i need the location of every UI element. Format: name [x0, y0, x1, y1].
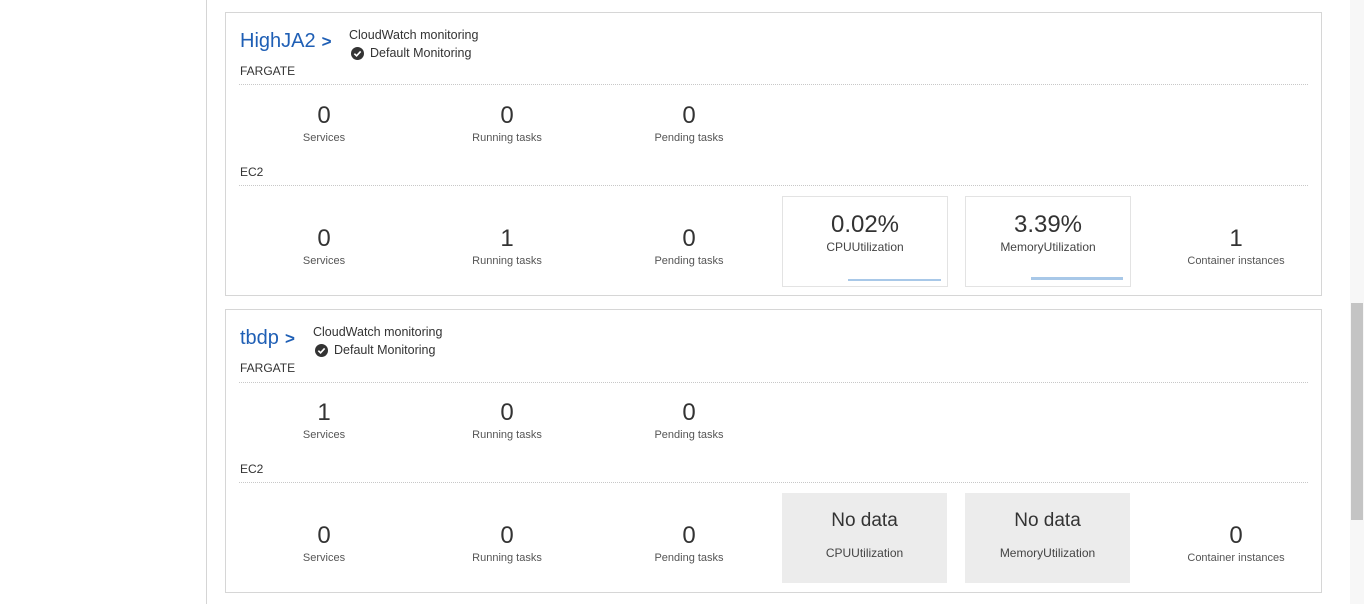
section-divider: [239, 382, 1308, 383]
metric-value: 0.02%: [830, 211, 900, 238]
scrollbar-thumb[interactable]: [1351, 303, 1363, 520]
ec2-pending-tasks-stat: 0 Pending tasks: [619, 522, 759, 565]
metric-label: MemoryUtilization: [1000, 240, 1096, 254]
stat-value: 0: [500, 399, 514, 426]
stat-value: 0: [500, 522, 514, 549]
cloudwatch-monitoring-label: CloudWatch monitoring: [349, 28, 479, 42]
stat-label: Running tasks: [472, 552, 542, 564]
fargate-label: FARGATE: [240, 361, 296, 375]
stat-value: 1: [317, 399, 331, 426]
fargate-pending-tasks-stat: 0 Pending tasks: [619, 102, 759, 145]
fargate-pending-tasks-stat: 0 Pending tasks: [619, 399, 759, 442]
stat-value: 0: [317, 522, 331, 549]
stat-label: Running tasks: [472, 429, 542, 441]
fargate-running-tasks-stat: 0 Running tasks: [437, 102, 577, 145]
stat-label: Pending tasks: [654, 255, 724, 267]
metric-value: No data: [1014, 510, 1081, 531]
fargate-label: FARGATE: [240, 64, 296, 78]
stat-value: 0: [682, 102, 696, 129]
check-circle-icon: [351, 46, 364, 60]
cpu-sparkline: [848, 279, 941, 281]
stat-label: Services: [302, 429, 346, 441]
stat-value: 1: [1229, 225, 1243, 252]
stat-label: Container instances: [1187, 255, 1285, 267]
cpu-utilization-metric[interactable]: No data CPUUtilization: [782, 493, 947, 583]
stat-label: Running tasks: [472, 132, 542, 144]
stat-value: 0: [682, 225, 696, 252]
stat-label: Pending tasks: [654, 552, 724, 564]
stat-value: 1: [500, 225, 514, 252]
metric-value: 3.39%: [1013, 211, 1083, 238]
memory-utilization-metric[interactable]: 3.39% MemoryUtilization: [965, 196, 1131, 287]
ec2-running-tasks-stat: 0 Running tasks: [437, 522, 577, 565]
monitoring-status-text: Default Monitoring: [334, 343, 436, 357]
stat-label: Pending tasks: [654, 132, 724, 144]
container-instances-stat: 1 Container instances: [1166, 225, 1306, 268]
stat-value: 0: [1229, 522, 1243, 549]
monitoring-status-text: Default Monitoring: [370, 46, 472, 60]
cluster-name[interactable]: tbdp: [240, 327, 279, 349]
check-circle-icon: [315, 343, 328, 357]
metric-label: CPUUtilization: [825, 546, 904, 560]
cluster-name[interactable]: HighJA2: [240, 30, 316, 52]
stat-value: 0: [317, 225, 331, 252]
metric-value: No data: [831, 510, 898, 531]
ec2-running-tasks-stat: 1 Running tasks: [437, 225, 577, 268]
monitoring-status: Default Monitoring: [315, 343, 435, 357]
fargate-services-stat: 0 Services: [254, 102, 394, 145]
cloudwatch-monitoring-label: CloudWatch monitoring: [313, 325, 443, 339]
metric-label: CPUUtilization: [826, 240, 904, 254]
left-panel-divider: [206, 0, 207, 604]
ec2-label: EC2: [240, 165, 264, 179]
chevron-right-icon[interactable]: >: [285, 329, 295, 348]
stat-label: Running tasks: [472, 255, 542, 267]
cluster-card-tbdp: tbdp > CloudWatch monitoring Default Moni…: [225, 309, 1322, 593]
stat-label: Services: [302, 552, 346, 564]
stat-label: Services: [302, 255, 346, 267]
stat-label: Pending tasks: [654, 429, 724, 441]
stat-value: 0: [682, 522, 696, 549]
ec2-services-stat: 0 Services: [254, 225, 394, 268]
stat-value: 0: [682, 399, 696, 426]
monitoring-status: Default Monitoring: [351, 46, 471, 60]
fargate-services-stat: 1 Services: [254, 399, 394, 442]
cluster-title-link[interactable]: tbdp >: [240, 327, 295, 350]
cluster-card-highja2: HighJA2 > CloudWatch monitoring Default M…: [225, 12, 1322, 296]
ec2-label: EC2: [240, 462, 264, 476]
ec2-services-stat: 0 Services: [254, 522, 394, 565]
fargate-running-tasks-stat: 0 Running tasks: [437, 399, 577, 442]
stat-label: Container instances: [1187, 552, 1285, 564]
stat-value: 0: [317, 102, 331, 129]
section-divider: [239, 84, 1308, 85]
ec2-pending-tasks-stat: 0 Pending tasks: [619, 225, 759, 268]
memory-utilization-metric[interactable]: No data MemoryUtilization: [965, 493, 1130, 583]
stat-value: 0: [500, 102, 514, 129]
metric-label: MemoryUtilization: [999, 546, 1096, 560]
section-divider: [239, 482, 1308, 483]
chevron-right-icon[interactable]: >: [322, 32, 332, 51]
section-divider: [239, 185, 1308, 186]
container-instances-stat: 0 Container instances: [1166, 522, 1306, 565]
cpu-utilization-metric[interactable]: 0.02% CPUUtilization: [782, 196, 948, 287]
cluster-title-link[interactable]: HighJA2 >: [240, 30, 332, 53]
stat-label: Services: [302, 132, 346, 144]
memory-sparkline: [1031, 277, 1123, 280]
